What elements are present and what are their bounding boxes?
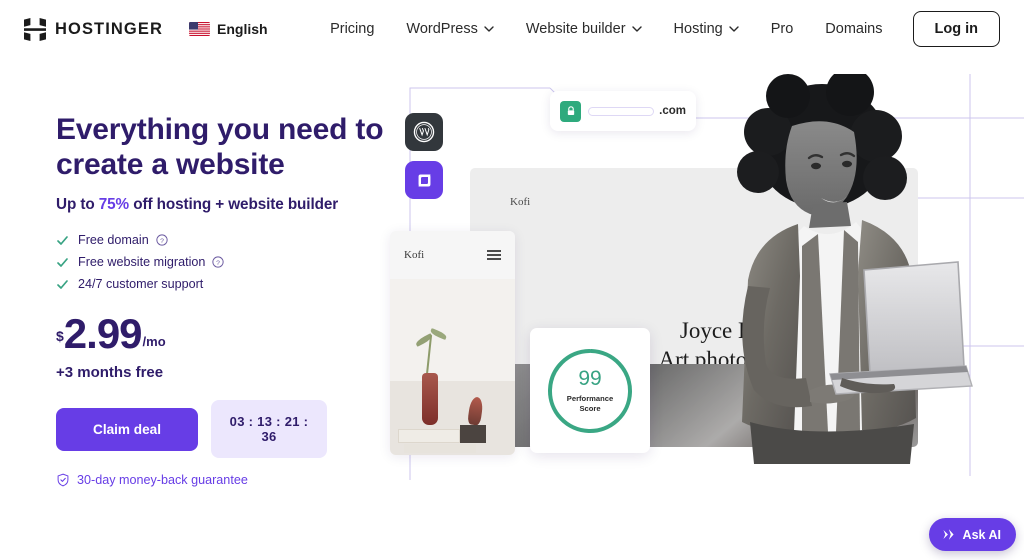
discount-percent: 75% — [98, 196, 130, 214]
us-flag-icon — [189, 22, 210, 36]
price-currency: $ — [56, 328, 64, 345]
nav-item-pro[interactable]: Pro — [755, 13, 810, 45]
nav-item-domains[interactable]: Domains — [809, 13, 898, 45]
preview-brand-label: Kofi — [510, 196, 531, 208]
page-title-line2: create a website — [56, 148, 285, 182]
countdown-timer[interactable]: 03 : 13 : 21 : 36 — [211, 400, 327, 459]
performance-score-card: 99 Performance Score — [530, 328, 650, 453]
subtitle-suffix: off hosting + website builder — [129, 196, 339, 214]
list-item: 24/7 customer support — [56, 277, 386, 291]
nav-label: Hosting — [673, 21, 723, 37]
hostinger-landing-page: HOSTINGER English Pricing WordPress Webs… — [0, 0, 1024, 560]
nav-label: Website builder — [525, 21, 626, 37]
chevron-down-icon — [631, 26, 642, 32]
svg-text:?: ? — [216, 260, 220, 267]
mobile-site-preview: Kofi — [390, 231, 515, 455]
subtitle-prefix: Up to — [56, 196, 99, 214]
performance-score-value: 99 — [578, 366, 602, 390]
page-title-line1: Everything you need to — [56, 113, 384, 146]
person-with-laptop-photo — [737, 74, 973, 464]
nav-item-wordpress[interactable]: WordPress — [390, 13, 509, 45]
padlock-icon — [560, 100, 581, 122]
url-input[interactable] — [588, 106, 655, 116]
chevron-down-icon — [729, 26, 739, 32]
nav-label: Pricing — [330, 21, 375, 37]
nav-item-pricing[interactable]: Pricing — [314, 13, 390, 45]
main-nav: Pricing WordPress Website builder Hostin… — [314, 11, 1000, 47]
performance-score-label: Performance Score — [567, 394, 613, 414]
check-icon — [57, 257, 68, 267]
feature-label: Free website migration — [78, 255, 206, 270]
hero-illustration: .com Kofi Joyce Beale, Art photographer … — [380, 56, 1024, 480]
list-item: Free domain ? — [56, 233, 386, 247]
shield-check-icon — [57, 473, 69, 487]
mobile-preview-photo — [390, 279, 515, 455]
help-circle-icon[interactable]: ? — [156, 234, 168, 246]
claim-deal-button[interactable]: Claim deal — [56, 407, 198, 451]
price-period: /mo — [142, 334, 166, 350]
login-button[interactable]: Log in — [912, 11, 1000, 47]
cta-row: Claim deal 03 : 13 : 21 : 36 — [56, 400, 386, 459]
language-selector[interactable]: English — [189, 21, 268, 37]
hero-copy-column: Everything you need to create a website … — [56, 112, 386, 487]
performance-label-line1: Performance — [566, 393, 614, 403]
browser-url-bar[interactable]: .com — [550, 91, 696, 131]
help-circle-icon[interactable]: ? — [212, 256, 225, 268]
nav-item-hosting[interactable]: Hosting — [658, 13, 755, 45]
feature-list: Free domain ? Free website migration ? 2… — [56, 233, 386, 291]
guarantee-label: 30-day money-back guarantee — [77, 473, 248, 488]
hero-subtitle: Up to 75% off hosting + website builder — [56, 196, 386, 214]
svg-text:?: ? — [160, 238, 164, 245]
nav-label: Domains — [825, 21, 883, 37]
feature-label: Free domain — [78, 233, 149, 248]
price-amount: 2.99 — [63, 310, 143, 358]
mobile-preview-brand: Kofi — [404, 249, 425, 261]
wordpress-icon[interactable] — [405, 113, 443, 151]
site-header: HOSTINGER English Pricing WordPress Webs… — [0, 0, 1024, 58]
brand-name: HOSTINGER — [55, 19, 163, 38]
language-label: English — [217, 21, 268, 37]
months-free-label: +3 months free — [56, 364, 164, 382]
performance-label-line2: Score — [579, 403, 601, 413]
feature-label: 24/7 customer support — [78, 277, 204, 292]
ask-ai-label: Ask AI — [962, 527, 1001, 542]
nav-label: Pro — [770, 21, 794, 37]
hostinger-builder-icon[interactable] — [405, 161, 443, 199]
nav-label: WordPress — [406, 21, 478, 37]
list-item: Free website migration ? — [56, 255, 386, 269]
mobile-preview-bar: Kofi — [390, 231, 515, 279]
hostinger-h-logo-icon — [24, 17, 46, 41]
price-block: $ 2.99 /mo — [56, 310, 386, 358]
brand-logo[interactable]: HOSTINGER — [24, 17, 163, 41]
chevron-down-icon — [484, 26, 494, 32]
sparkle-plane-icon — [942, 529, 954, 540]
ask-ai-button[interactable]: Ask AI — [928, 518, 1016, 551]
check-icon — [57, 279, 68, 289]
check-icon — [57, 235, 68, 245]
money-back-guarantee: 30-day money-back guarantee — [56, 473, 386, 487]
hamburger-icon[interactable] — [487, 248, 501, 263]
page-title: Everything you need to create a website — [56, 112, 386, 182]
nav-item-website-builder[interactable]: Website builder — [510, 13, 658, 45]
